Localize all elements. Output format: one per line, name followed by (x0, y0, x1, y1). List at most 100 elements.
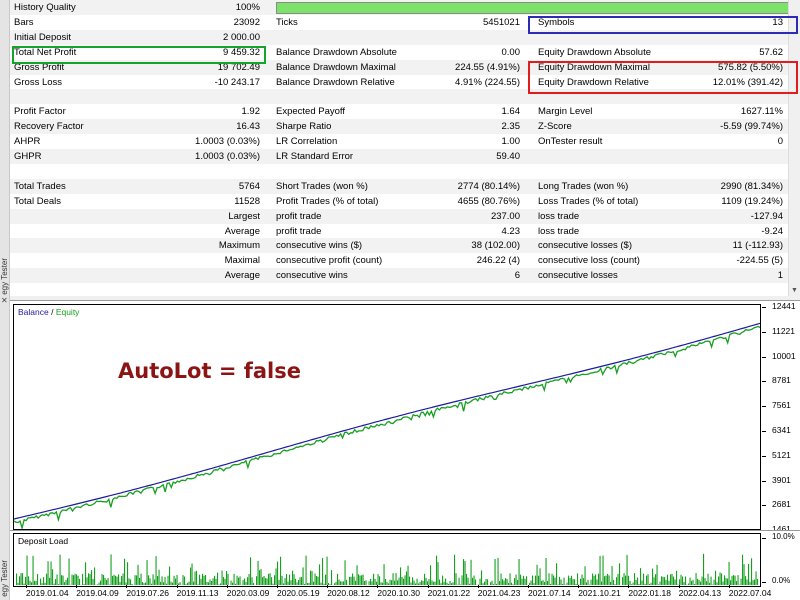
report-cell-b-value: 4.91% (224.55) (455, 76, 520, 88)
deposit-load-bar (536, 564, 538, 585)
deposit-load-bar (431, 580, 433, 585)
deposit-load-bar (410, 582, 412, 585)
deposit-load-bar (487, 579, 489, 585)
deposit-load-bar (172, 582, 174, 585)
deposit-load-bar (17, 582, 19, 585)
deposit-load-bar (416, 578, 418, 585)
deposit-load-bar (260, 569, 262, 585)
report-cell-b-value (410, 164, 520, 179)
y-tick-label: 12441 (762, 301, 796, 311)
report-row: Maximal consecutive profit (count) 246.22 … (10, 253, 798, 268)
report-cell-c-value: 57.62 (759, 46, 783, 58)
x-tick-label: 2021.07.14 (528, 585, 571, 598)
deposit-load-bar (74, 573, 76, 585)
deposit-load-bar (662, 576, 664, 585)
graph-y-axis: 1244111221100018781756163415121390126811… (761, 301, 800, 534)
deposit-load-bar (745, 576, 747, 585)
deposit-load-bar (577, 573, 579, 585)
deposit-load-bar (116, 576, 118, 585)
report-cell-b-value (410, 89, 520, 104)
deposit-load-bar (637, 577, 639, 585)
deposit-load-bar (472, 577, 474, 585)
deposit-load-bar (25, 576, 27, 585)
deposit-load-graph: Deposit Load 10.0% 0.0% (10, 530, 800, 588)
scroll-down-icon[interactable]: ▼ (791, 287, 798, 294)
deposit-load-bar (518, 559, 520, 585)
deposit-load-bar (643, 573, 645, 585)
deposit-load-bar (35, 581, 37, 585)
close-icon[interactable]: ✕ (1, 297, 8, 305)
y-tick-label: 5121 (762, 449, 791, 460)
deposit-load-bar (224, 578, 226, 585)
deposit-load-bar (506, 578, 508, 585)
y-tick-label: 8781 (762, 375, 791, 386)
deposit-load-bar (401, 577, 403, 585)
deposit-load-bar (140, 573, 142, 585)
deposit-load-bar (428, 579, 430, 585)
deposit-load-bar (286, 574, 288, 585)
deposit-load-bar (341, 581, 343, 585)
deposit-load-bar (517, 580, 519, 585)
report-row: Average profit trade 4.23 loss trade -9.24 (10, 224, 798, 239)
deposit-load-bar (545, 558, 547, 585)
deposit-load-bar (290, 580, 292, 585)
deposit-load-bar (212, 578, 214, 585)
deposit-load-bar (434, 581, 436, 585)
deposit-load-bar (31, 582, 33, 585)
deposit-load-bar (508, 583, 510, 585)
deposit-load-bar (713, 579, 715, 585)
deposit-load-bar (430, 565, 432, 585)
deposit-load-bar (746, 579, 748, 585)
deposit-load-bar (533, 583, 535, 585)
deposit-load-bar (455, 573, 457, 585)
deposit-load-bar (245, 582, 247, 585)
deposit-load-bar (197, 584, 199, 585)
deposit-load-bars (16, 553, 759, 585)
deposit-load-bar (583, 578, 585, 585)
x-tick-label: 2020.08.12 (327, 585, 370, 598)
deposit-load-bar (479, 578, 481, 585)
deposit-load-bar (511, 582, 513, 585)
deposit-load-bar (29, 580, 31, 585)
deposit-load-bar (124, 558, 126, 585)
deposit-load-bar (113, 574, 115, 585)
deposit-load-bar (86, 577, 88, 585)
deposit-load-bar (287, 581, 289, 585)
deposit-load-bar (400, 567, 402, 585)
strategy-tester-side-tab-top[interactable]: egy Tester (0, 0, 10, 296)
deposit-load-bar (167, 575, 169, 585)
report-cell-b-value (410, 30, 520, 45)
deposit-load-bar (317, 576, 319, 585)
deposit-load-bar (505, 578, 507, 585)
report-cell-c-value: 1109 (19.24%) (721, 195, 783, 207)
report-row (10, 164, 798, 179)
deposit-load-bar (748, 563, 750, 585)
graph-plot-area: Balance / Equity AutoLot = false (13, 304, 761, 530)
deposit-load-bar (358, 574, 360, 585)
deposit-load-bar (640, 568, 642, 585)
report-cell-c-value: 575.82 (5.50%) (718, 61, 783, 73)
deposit-load-bar (199, 574, 201, 585)
report-cell-b-value: 1.00 (501, 136, 521, 148)
deposit-load-bar (485, 579, 487, 585)
report-scrollbar[interactable]: ▼ (788, 0, 800, 296)
deposit-load-bar (209, 579, 211, 585)
deposit-load-bar (85, 562, 87, 585)
deposit-load-bar (122, 573, 124, 585)
deposit-load-bar (155, 556, 157, 585)
deposit-load-bar (683, 582, 685, 585)
deposit-load-bar (512, 584, 514, 585)
deposit-load-bar (539, 568, 541, 585)
deposit-load-bar (659, 581, 661, 585)
deposit-load-bar (605, 575, 607, 585)
deposit-load-title: Deposit Load (18, 536, 69, 546)
deposit-load-bar (532, 575, 534, 585)
deposit-load-bar (94, 567, 96, 585)
deposit-load-bar (235, 583, 237, 585)
deposit-load-bar (77, 575, 79, 585)
deposit-load-bar (44, 582, 46, 585)
deposit-load-bar (295, 578, 297, 585)
strategy-tester-side-tab-bottom[interactable]: ✕ egy Tester (0, 296, 10, 600)
deposit-load-bar (143, 583, 145, 585)
deposit-load-bar (32, 555, 34, 585)
